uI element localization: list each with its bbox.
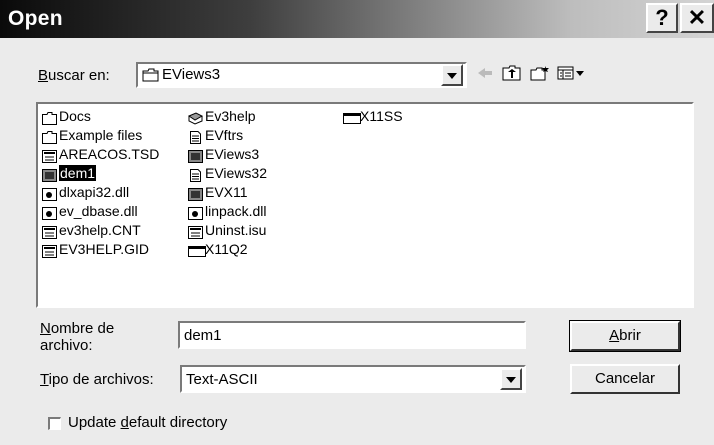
folder-icon: [142, 68, 160, 87]
list-item-label: EViews32: [205, 165, 268, 181]
list-item[interactable]: ev_dbase.dll: [42, 202, 138, 220]
list-item[interactable]: Uninst.isu: [188, 221, 266, 239]
list-item-label: X11Q2: [205, 241, 248, 257]
lookin-combo[interactable]: EViews3: [136, 62, 467, 88]
list-item[interactable]: EV3HELP.GID: [42, 240, 149, 258]
dll-icon: [42, 187, 57, 201]
filename-value: dem1: [184, 327, 222, 344]
back-icon[interactable]: [476, 65, 494, 85]
filename-input[interactable]: dem1: [178, 321, 526, 349]
file-icon: [42, 225, 57, 239]
app-icon: [42, 168, 57, 182]
help-button[interactable]: ?: [646, 3, 678, 33]
list-item[interactable]: AREACOS.TSD: [42, 145, 159, 163]
open-button[interactable]: Abrir: [569, 320, 681, 352]
file-icon: [188, 225, 203, 239]
list-item[interactable]: X11Q2: [188, 240, 248, 258]
dll-icon: [188, 206, 203, 220]
window-icon: [188, 244, 206, 257]
list-item[interactable]: EViews32: [188, 164, 267, 182]
default-directory-label[interactable]: Update default directory: [68, 414, 227, 431]
list-item[interactable]: EViews3: [188, 145, 259, 163]
list-item-label: EVftrs: [205, 127, 244, 143]
list-item[interactable]: dlxapi32.dll: [42, 183, 129, 201]
dll-icon: [42, 206, 57, 220]
file-list[interactable]: Docs Example files AREACOS.TSD dem1 dlxapi32…: [36, 102, 694, 308]
title-bar: Open ? ✕: [0, 0, 714, 38]
list-item-label: dem1: [59, 165, 97, 181]
folder-icon: [42, 111, 57, 125]
list-item-label: linpack.dll: [205, 203, 267, 219]
window-icon: [343, 111, 361, 124]
list-item-label: dlxapi32.dll: [59, 184, 130, 200]
list-item-label: EVX11: [205, 184, 248, 200]
list-item-label: EViews3: [205, 146, 260, 162]
close-button[interactable]: ✕: [680, 3, 714, 33]
lookin-label: Buscar en:: [38, 67, 110, 84]
list-item[interactable]: EVX11: [188, 183, 248, 201]
list-item-label: Ev3help: [205, 108, 256, 124]
list-item-label: ev3help.CNT: [59, 222, 141, 238]
list-item-label: Uninst.isu: [205, 222, 267, 238]
list-item-label: EV3HELP.GID: [59, 241, 150, 257]
cancel-button[interactable]: Cancelar: [570, 364, 680, 394]
file-icon: [42, 244, 57, 258]
lookin-dropdown-button[interactable]: [441, 64, 463, 86]
filetype-value: Text-ASCII: [186, 371, 258, 388]
new-folder-icon[interactable]: [530, 65, 550, 85]
file-icon: [42, 149, 57, 163]
list-item[interactable]: ev3help.CNT: [42, 221, 141, 239]
list-item[interactable]: Example files: [42, 126, 142, 144]
list-item-label: AREACOS.TSD: [59, 146, 160, 162]
filename-label: Nombre de archivo:: [40, 320, 115, 354]
window-title: Open: [8, 7, 63, 30]
folder-icon: [42, 130, 57, 144]
list-item-label: ev_dbase.dll: [59, 203, 138, 219]
lookin-value: EViews3: [162, 66, 221, 83]
open-dialog: Open ? ✕ Buscar en: EViews3 Docs Example …: [0, 0, 714, 445]
view-menu-icon[interactable]: [557, 65, 585, 85]
default-directory-checkbox[interactable]: [48, 417, 61, 430]
list-item-label: Example files: [59, 127, 143, 143]
filetype-combo[interactable]: Text-ASCII: [180, 365, 526, 393]
list-item[interactable]: Ev3help: [187, 107, 256, 125]
text-file-icon: [188, 130, 203, 144]
list-item[interactable]: dem1: [42, 164, 97, 182]
list-item-label: X11SS: [360, 108, 403, 124]
list-item[interactable]: X11SS: [343, 107, 403, 125]
list-item[interactable]: EVftrs: [188, 126, 243, 144]
list-item[interactable]: Docs: [42, 107, 91, 125]
up-folder-icon[interactable]: [502, 65, 522, 85]
text-file-icon: [188, 168, 203, 182]
help-book-icon: [187, 111, 204, 125]
list-item[interactable]: linpack.dll: [188, 202, 266, 220]
list-item-label: Docs: [59, 108, 91, 124]
filetype-dropdown-button[interactable]: [500, 368, 522, 390]
app-icon: [188, 187, 203, 201]
filetype-label: Tipo de archivos:: [40, 371, 154, 388]
app-icon: [188, 149, 203, 163]
